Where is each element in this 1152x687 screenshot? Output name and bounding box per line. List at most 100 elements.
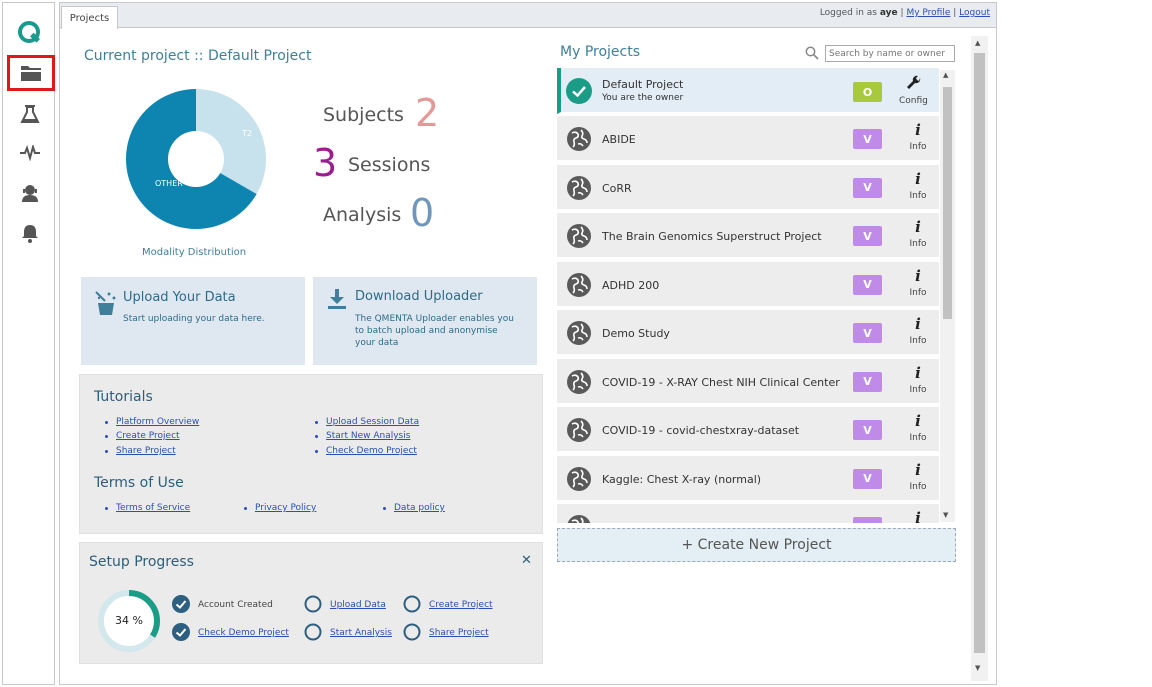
project-row[interactable]: Demo Study Vi Info xyxy=(557,310,939,356)
setup-progress-title: Setup Progress xyxy=(89,554,194,570)
project-row[interactable]: The Brain Genomics Superstruct Project Vi… xyxy=(557,213,939,259)
tutorial-link-share-project[interactable]: Share Project xyxy=(116,446,176,456)
tutorial-link-start-analysis[interactable]: Start New Analysis xyxy=(326,431,410,441)
username: aye xyxy=(879,8,898,18)
terms-of-service-link[interactable]: Terms of Service xyxy=(116,503,190,513)
empty-circle-icon xyxy=(403,595,421,613)
info-label: Info xyxy=(909,239,927,249)
tab-projects[interactable]: Projects xyxy=(61,6,118,29)
project-row[interactable]: COVID-19 - X-RAY Chest NIH Clinical Cent… xyxy=(557,358,939,405)
analysis-label: Analysis xyxy=(323,204,402,226)
info-button[interactable]: i Info xyxy=(903,122,933,152)
tutorial-link-create-project[interactable]: Create Project xyxy=(116,431,180,441)
upload-data-card[interactable]: Upload Your Data Start uploading your da… xyxy=(81,277,305,365)
info-button[interactable]: i Info xyxy=(903,268,933,298)
flask-icon xyxy=(19,105,40,123)
project-badge: V xyxy=(853,517,882,523)
project-name: ABIDE xyxy=(602,133,636,146)
info-label: Info xyxy=(909,336,927,346)
project-name: Default Project xyxy=(602,78,684,91)
project-badge: V xyxy=(853,129,882,149)
subjects-value: 2 xyxy=(415,91,440,135)
globe-icon xyxy=(566,175,592,201)
progress-percent: 34 % xyxy=(115,614,143,627)
info-label: Info xyxy=(909,433,927,443)
sidebar-item-notifications[interactable] xyxy=(3,215,56,251)
globe-icon xyxy=(566,223,592,249)
step-check-demo-project[interactable]: Check Demo Project xyxy=(198,628,289,638)
qmenta-logo[interactable] xyxy=(3,15,56,51)
project-row[interactable]: ABIDE Vi Info xyxy=(557,116,939,162)
project-name: ADHD 200 xyxy=(602,278,660,292)
separator: | xyxy=(953,8,957,18)
tutorial-item: Create Project xyxy=(105,431,180,441)
sidebar-item-analysis[interactable] xyxy=(3,96,56,132)
scroll-down-arrow[interactable]: ▼ xyxy=(943,511,948,519)
folder-icon xyxy=(21,66,41,81)
info-icon: i xyxy=(915,169,921,188)
page-scrollbar-thumb[interactable] xyxy=(974,53,985,653)
info-button[interactable]: i Info xyxy=(903,413,933,443)
wrench-icon[interactable] xyxy=(906,75,922,91)
info-button[interactable]: i Info xyxy=(903,219,933,249)
logout-link[interactable]: Logout xyxy=(959,8,990,18)
my-projects-title: My Projects xyxy=(560,44,641,60)
info-button[interactable]: i Info xyxy=(903,365,933,395)
sidebar-item-projects[interactable] xyxy=(7,55,55,91)
tutorial-link-check-demo[interactable]: Check Demo Project xyxy=(326,446,417,456)
project-row-partial[interactable]: Vi xyxy=(557,504,939,523)
tutorial-link-platform-overview[interactable]: Platform Overview xyxy=(116,417,199,427)
info-icon: i xyxy=(915,460,921,479)
user-support-icon xyxy=(21,185,38,202)
project-badge: V xyxy=(853,371,882,392)
scroll-up-arrow[interactable]: ▲ xyxy=(943,71,948,79)
terms-title: Terms of Use xyxy=(94,475,184,491)
modality-donut-chart: OTHER T2 xyxy=(126,89,266,229)
download-card-title: Download Uploader xyxy=(355,289,483,304)
info-button[interactable]: i Info xyxy=(903,316,933,346)
info-label: Info xyxy=(909,287,927,298)
user-line: Logged in as aye | My Profile | Logout xyxy=(820,8,990,18)
owner-badge: O xyxy=(853,82,882,102)
download-uploader-card[interactable]: Download Uploader The QMENTA Uploader en… xyxy=(313,277,537,365)
info-button[interactable]: i Info xyxy=(903,462,933,492)
projects-scrollbar-thumb[interactable] xyxy=(943,87,952,319)
pulse-icon xyxy=(19,145,40,161)
info-button[interactable]: i xyxy=(903,510,933,523)
info-icon: i xyxy=(915,363,921,382)
sidebar-item-pipelines[interactable] xyxy=(3,135,56,171)
data-policy-link[interactable]: Data policy xyxy=(394,503,445,513)
sessions-label: Sessions xyxy=(348,154,431,176)
step-account-created: Account Created xyxy=(198,600,273,610)
info-label: Info xyxy=(909,481,927,492)
info-button[interactable]: i Info xyxy=(903,171,933,201)
step-start-analysis[interactable]: Start Analysis xyxy=(330,628,392,638)
step-upload-data[interactable]: Upload Data xyxy=(330,600,386,610)
project-badge: V xyxy=(853,226,882,246)
project-name: COVID-19 - covid-chestxray-dataset xyxy=(602,424,800,437)
logged-in-label: Logged in as xyxy=(819,8,877,18)
project-row[interactable]: COVID-19 - covid-chestxray-dataset Vi Info xyxy=(557,407,939,453)
page-scroll-up-arrow[interactable]: ▲ xyxy=(975,39,980,47)
page-scroll-down-arrow[interactable]: ▼ xyxy=(975,664,980,672)
step-create-project[interactable]: Create Project xyxy=(429,600,493,610)
terms-item: Data policy xyxy=(383,503,445,513)
config-label[interactable]: Config xyxy=(899,96,928,106)
check-circle-icon xyxy=(172,623,190,641)
tutorial-item: Share Project xyxy=(105,446,176,456)
project-row[interactable]: ADHD 200 Vi Info xyxy=(557,261,939,308)
info-icon: i xyxy=(915,412,921,430)
tutorial-item: Start New Analysis xyxy=(315,431,410,441)
my-profile-link[interactable]: My Profile xyxy=(906,8,950,18)
privacy-policy-link[interactable]: Privacy Policy xyxy=(255,503,316,513)
sidebar-item-support[interactable] xyxy=(3,175,56,211)
create-new-project-button[interactable]: + Create New Project xyxy=(557,528,956,562)
tutorial-link-upload-session[interactable]: Upload Session Data xyxy=(326,417,419,427)
project-search-input[interactable] xyxy=(825,45,955,62)
project-row[interactable]: CoRR Vi Info xyxy=(557,164,939,211)
project-row[interactable]: Kaggle: Chest X-ray (normal) Vi Info xyxy=(557,455,939,502)
step-share-project[interactable]: Share Project xyxy=(429,628,489,638)
project-row-default[interactable]: Default Project You are the owner O Conf… xyxy=(557,68,939,114)
close-icon[interactable]: ✕ xyxy=(521,553,532,568)
project-name: Kaggle: Chest X-ray (normal) xyxy=(602,472,762,486)
